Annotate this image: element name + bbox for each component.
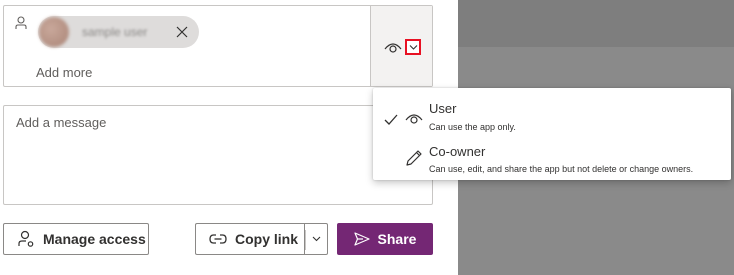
link-icon (209, 234, 227, 244)
manage-access-button[interactable]: Manage access (3, 223, 149, 255)
recipient-chip[interactable]: sample user (38, 16, 199, 48)
recipients-box[interactable]: sample user Add more (3, 5, 433, 87)
eye-icon (405, 112, 423, 130)
copy-link-options-button[interactable] (304, 223, 328, 255)
checkmark-icon (384, 113, 398, 125)
menu-item-description: Can use the app only. (429, 122, 516, 132)
send-icon (353, 232, 370, 246)
close-icon[interactable] (174, 24, 190, 40)
menu-item-title: User (429, 101, 457, 116)
permission-menu: User Can use the app only. Co-owner Can … (373, 88, 731, 180)
person-icon (15, 16, 27, 30)
permission-selector[interactable] (370, 6, 432, 86)
menu-item-description: Can use, edit, and share the app but not… (429, 164, 694, 174)
chevron-down-icon (312, 236, 320, 242)
share-label: Share (377, 231, 417, 247)
menu-item-user[interactable]: User Can use the app only. (373, 92, 731, 136)
add-more-input[interactable]: Add more (36, 65, 92, 80)
copy-link-label: Copy link (235, 231, 299, 247)
eye-icon (384, 41, 402, 53)
dimmed-header-band (458, 0, 734, 47)
menu-item-co-owner[interactable]: Co-owner Can use, edit, and share the ap… (373, 136, 731, 180)
pencil-icon (405, 149, 423, 172)
manage-access-label: Manage access (43, 231, 146, 247)
share-button[interactable]: Share (337, 223, 433, 255)
person-settings-icon (18, 230, 34, 247)
chevron-down-icon (409, 45, 418, 50)
recipient-name: sample user (82, 25, 148, 39)
avatar (39, 17, 69, 47)
permission-dropdown-button[interactable] (405, 39, 421, 55)
copy-link-button[interactable]: Copy link (195, 223, 305, 255)
menu-item-title: Co-owner (429, 144, 486, 159)
message-input[interactable] (3, 105, 433, 205)
